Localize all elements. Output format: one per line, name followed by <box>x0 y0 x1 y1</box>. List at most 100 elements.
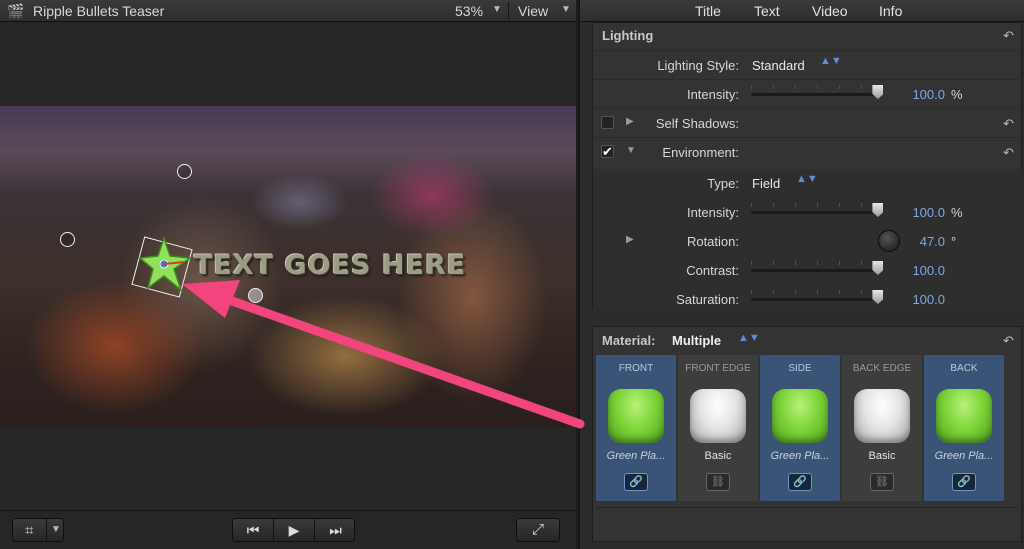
material-name: Green Pla... <box>606 450 666 462</box>
material-swatch[interactable] <box>854 389 910 443</box>
star-icon[interactable] <box>138 236 198 296</box>
rotation-handle[interactable] <box>177 164 192 179</box>
tab-text[interactable]: Text <box>754 3 780 19</box>
link-icon[interactable]: ⛓ <box>706 473 730 491</box>
material-swatch[interactable] <box>690 389 746 443</box>
type-row: Type: Field ▲▼ <box>593 169 1023 198</box>
material-section: Material: Multiple ▲▼ ↶ FRONT Green Pla..… <box>592 326 1022 542</box>
view-menu[interactable]: View <box>518 3 548 19</box>
viewer-header: 🎬 Ripple Bullets Teaser 53% ▼ View ▼ <box>0 0 576 22</box>
tab-title[interactable]: Title <box>695 3 721 19</box>
material-name: Green Pla... <box>934 450 994 462</box>
tab-info[interactable]: Info <box>879 3 902 19</box>
environment-row: ✔ ▼ Environment: ↶ <box>593 137 1023 166</box>
stepper-icon[interactable]: ▲▼ <box>820 56 842 67</box>
tab-video[interactable]: Video <box>812 3 848 19</box>
intensity-slider[interactable] <box>751 93 881 96</box>
reset-icon[interactable]: ↶ <box>1003 116 1014 132</box>
material-name: Basic <box>868 450 896 462</box>
type-label: Type: <box>707 176 739 191</box>
play-icon[interactable]: ▶ <box>274 519 315 541</box>
material-footer <box>597 507 1017 513</box>
env-intensity-label: Intensity: <box>686 205 739 220</box>
anchor-handle[interactable] <box>248 288 263 303</box>
link-icon[interactable]: 🔗 <box>624 473 648 491</box>
viewer-footer: ⌗ ▼ ⏮ ▶ ⏭ ⤢ <box>0 510 576 549</box>
material-face-side[interactable]: SIDE Green Pla... 🔗 <box>760 355 840 501</box>
stepper-icon[interactable]: ▲▼ <box>738 333 760 344</box>
material-face-front[interactable]: FRONT Green Pla... 🔗 <box>596 355 676 501</box>
rotation-label: Rotation: <box>686 234 739 249</box>
skip-forward-icon[interactable]: ⏭ <box>315 519 356 541</box>
material-title: Material: <box>602 333 656 348</box>
env-intensity-unit: % <box>951 205 963 220</box>
transport-controls: ⏮ ▶ ⏭ <box>232 518 355 542</box>
title-text[interactable]: TEXT GOES HERE <box>194 250 466 281</box>
viewer-title: Ripple Bullets Teaser <box>33 3 165 19</box>
material-face-front-edge[interactable]: FRONT EDGE Basic ⛓ <box>678 355 758 501</box>
material-name: Basic <box>704 450 732 462</box>
slider-thumb[interactable] <box>872 290 884 304</box>
header-divider <box>508 2 509 20</box>
slider-thumb[interactable] <box>872 203 884 217</box>
chevron-down-icon[interactable]: ▼ <box>51 524 61 535</box>
clapperboard-icon: 🎬 <box>7 3 25 19</box>
lighting-style-row: Lighting Style: Standard ▲▼ <box>593 50 1023 79</box>
material-swatch[interactable] <box>608 389 664 443</box>
reset-icon[interactable]: ↶ <box>1003 28 1014 44</box>
face-label: BACK EDGE <box>852 363 912 374</box>
slider-ticks <box>751 290 881 294</box>
contrast-slider[interactable] <box>751 269 881 272</box>
saturation-label: Saturation: <box>676 292 739 307</box>
material-name: Green Pla... <box>770 450 830 462</box>
link-icon[interactable]: ⛓ <box>870 473 894 491</box>
rotation-unit: ° <box>951 234 957 249</box>
contrast-value[interactable]: 100.0 <box>885 263 945 278</box>
saturation-slider[interactable] <box>751 298 881 301</box>
lighting-style-label: Lighting Style: <box>657 58 739 73</box>
chevron-down-icon[interactable]: ▼ <box>561 4 571 15</box>
slider-thumb[interactable] <box>872 85 884 99</box>
type-value[interactable]: Field <box>752 176 780 191</box>
stepper-icon[interactable]: ▲▼ <box>796 174 818 185</box>
lighting-header[interactable]: Lighting ↶ <box>593 23 1023 49</box>
material-value[interactable]: Multiple <box>672 333 721 348</box>
link-icon[interactable]: 🔗 <box>788 473 812 491</box>
rotation-value[interactable]: 47.0 <box>885 234 945 249</box>
saturation-row: Saturation: 100.0 <box>593 285 1023 314</box>
video-canvas[interactable]: TEXT GOES HERE <box>0 106 576 427</box>
inspector-panel: Title Text Video Info Lighting ↶ Lightin… <box>579 0 1024 549</box>
contrast-row: Contrast: 100.0 <box>593 256 1023 285</box>
environment-checkbox[interactable]: ✔ <box>601 145 614 158</box>
env-intensity-slider[interactable] <box>751 211 881 214</box>
self-shadows-label: Self Shadows: <box>655 116 739 131</box>
inspector-tabs: Title Text Video Info <box>580 0 1024 22</box>
crop-button[interactable]: ⌗ ▼ <box>12 518 64 542</box>
material-face-back[interactable]: BACK Green Pla... 🔗 <box>924 355 1004 501</box>
skip-back-icon[interactable]: ⏮ <box>233 519 274 541</box>
app-window: 🎬 Ripple Bullets Teaser 53% ▼ View ▼ TEX… <box>0 0 1024 549</box>
saturation-value[interactable]: 100.0 <box>885 292 945 307</box>
reset-icon[interactable]: ↶ <box>1003 333 1014 349</box>
fullscreen-icon[interactable]: ⤢ <box>516 518 560 542</box>
lighting-style-value[interactable]: Standard <box>752 58 805 73</box>
env-intensity-row: Intensity: 100.0 % <box>593 198 1023 227</box>
intensity-row: Intensity: 100.0 % <box>593 79 1023 108</box>
chevron-down-icon[interactable]: ▼ <box>492 4 502 15</box>
link-icon[interactable]: 🔗 <box>952 473 976 491</box>
reset-icon[interactable]: ↶ <box>1003 145 1014 161</box>
viewer-panel: 🎬 Ripple Bullets Teaser 53% ▼ View ▼ TEX… <box>0 0 576 549</box>
environment-settings: Type: Field ▲▼ Intensity: 100.0 % ▶ Rota… <box>593 169 1023 311</box>
contrast-label: Contrast: <box>686 263 739 278</box>
slider-ticks <box>751 85 881 89</box>
self-shadows-checkbox[interactable] <box>601 116 614 129</box>
material-face-back-edge[interactable]: BACK EDGE Basic ⛓ <box>842 355 922 501</box>
env-intensity-value[interactable]: 100.0 <box>885 205 945 220</box>
material-swatch[interactable] <box>772 389 828 443</box>
transform-handle[interactable] <box>60 232 75 247</box>
intensity-value[interactable]: 100.0 <box>885 87 945 102</box>
crop-icon: ⌗ <box>25 522 34 539</box>
material-swatch[interactable] <box>936 389 992 443</box>
slider-thumb[interactable] <box>872 261 884 275</box>
zoom-level-menu[interactable]: 53% <box>455 3 483 19</box>
